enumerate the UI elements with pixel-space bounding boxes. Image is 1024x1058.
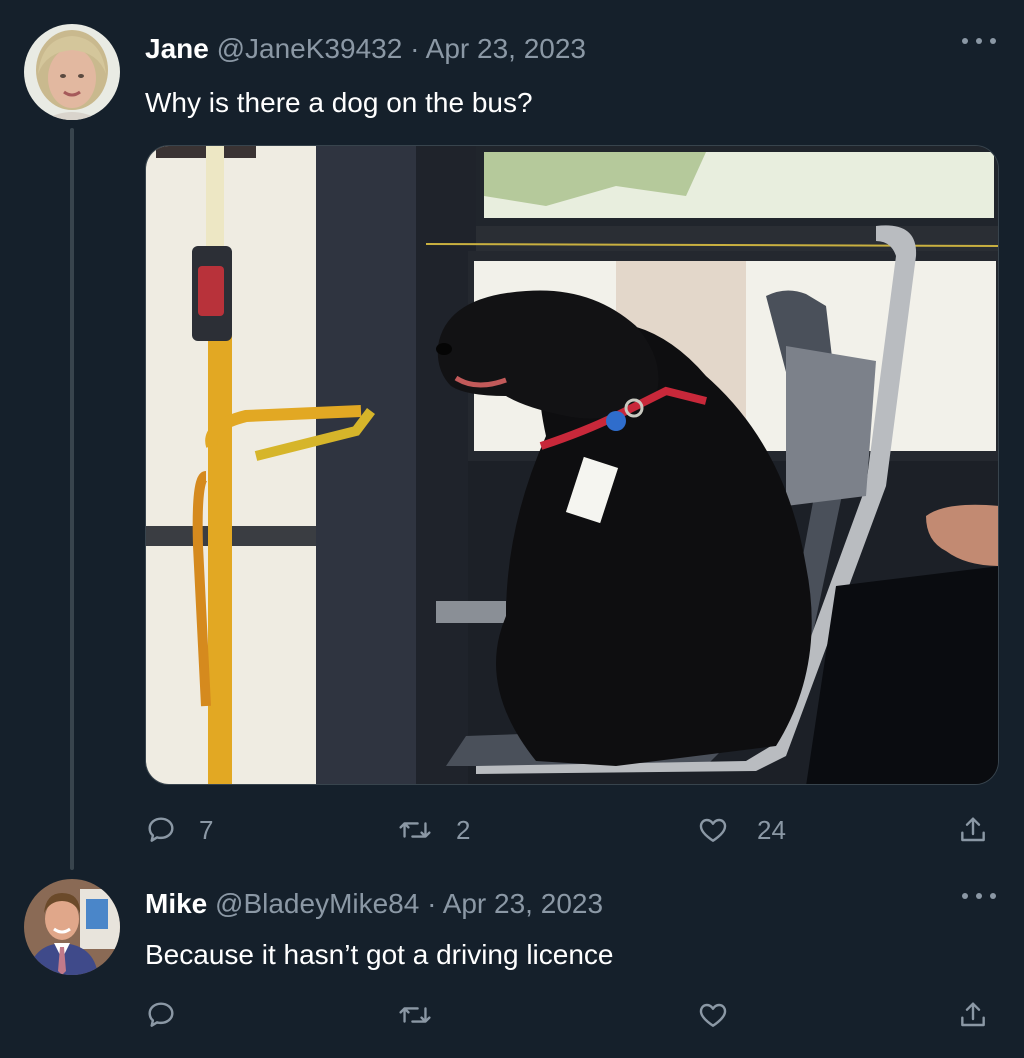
retweet-icon: [399, 1007, 431, 1023]
tweet-photo[interactable]: [145, 145, 999, 785]
retweet-icon: [399, 822, 431, 838]
like-button[interactable]: [697, 995, 751, 1035]
like-button[interactable]: 24: [697, 810, 786, 850]
tweet-actions: [145, 995, 995, 1035]
reply-icon: [148, 817, 174, 842]
share-button[interactable]: [957, 995, 989, 1035]
tweet-date[interactable]: Apr 23, 2023: [426, 33, 586, 64]
thread-connector-line: [70, 128, 74, 870]
retweet-button[interactable]: [398, 995, 454, 1035]
retweet-button[interactable]: 2: [398, 810, 470, 850]
avatar-mike[interactable]: [24, 879, 120, 975]
reply-count: 7: [199, 814, 214, 845]
avatar-jane[interactable]: [24, 24, 120, 120]
author-name[interactable]: Jane: [145, 33, 209, 64]
tweet-date[interactable]: Apr 23, 2023: [443, 888, 603, 919]
retweet-count: 2: [456, 814, 471, 845]
share-icon: [961, 817, 985, 842]
author-handle[interactable]: @BladeyMike84: [215, 888, 419, 919]
reply-button[interactable]: 7: [145, 810, 213, 850]
more-icon[interactable]: [962, 36, 996, 46]
share-icon: [961, 1002, 985, 1027]
like-count: 24: [757, 814, 786, 845]
share-button[interactable]: [957, 810, 989, 850]
reply-button[interactable]: [145, 995, 199, 1035]
separator-dot: ·: [410, 33, 420, 64]
author-name[interactable]: Mike: [145, 888, 207, 919]
tweet-header: Mike @BladeyMike84 · Apr 23, 2023: [145, 890, 603, 918]
author-handle[interactable]: @JaneK39432: [217, 33, 403, 64]
tweet-actions: 7 2 24: [145, 810, 995, 850]
heart-icon: [699, 1003, 727, 1027]
reply-icon: [148, 1002, 174, 1027]
heart-icon: [699, 818, 727, 842]
tweet-header: Jane @JaneK39432 · Apr 23, 2023: [145, 35, 586, 63]
tweet-text: Why is there a dog on the bus?: [145, 87, 533, 118]
tweet-text: Because it hasn’t got a driving licence: [145, 939, 614, 970]
separator-dot: ·: [427, 888, 437, 919]
more-icon[interactable]: [962, 891, 996, 901]
